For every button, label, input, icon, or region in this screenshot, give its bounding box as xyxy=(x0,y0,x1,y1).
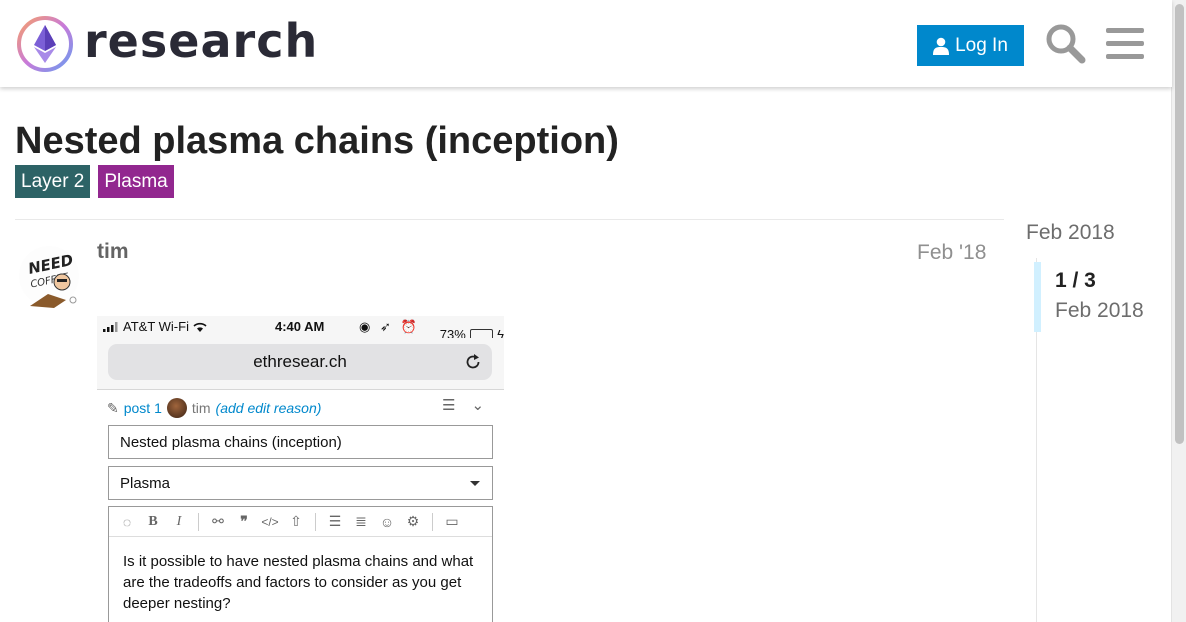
category-value: Plasma xyxy=(120,474,171,492)
page-scrollbar[interactable] xyxy=(1171,0,1186,622)
user-icon xyxy=(933,37,950,55)
timeline-post-count: 1 / 3 xyxy=(1055,269,1096,292)
edit-header-controls: ☰ ⌄ xyxy=(442,396,484,414)
timeline-current-date: Feb 2018 xyxy=(1055,299,1144,322)
link-icon: ⚯ xyxy=(212,513,224,529)
phone-statusbar: AT&T Wi-Fi 4:40 AM ◉ ➶ ⏰ ∩ 73% ϟ xyxy=(97,316,504,350)
login-button[interactable]: Log In xyxy=(917,25,1024,66)
site-brand[interactable]: research xyxy=(84,14,318,68)
mini-avatar xyxy=(166,398,187,418)
reload-icon xyxy=(466,354,480,369)
timeline-start-date[interactable]: Feb 2018 xyxy=(1026,221,1115,245)
ethereum-logo-icon[interactable] xyxy=(16,15,74,73)
divider xyxy=(15,219,1004,220)
timeline-handle[interactable] xyxy=(1034,262,1041,332)
bold-icon: B xyxy=(148,513,158,529)
topic-title[interactable]: Nested plasma chains (inception) xyxy=(15,120,619,163)
emoji-icon: ☺ xyxy=(379,513,395,530)
caret-down-icon xyxy=(470,481,480,486)
wifi-icon xyxy=(193,322,207,332)
composer-toolbar: ◌ B I ⚯ ❞ </> ⇧ ☰ ≣ ☺ ⚙ ▭ xyxy=(109,507,492,537)
edit-header: ✎ post 1 tim (add edit reason) ☰ ⌄ xyxy=(107,396,497,420)
post-image[interactable]: AT&T Wi-Fi 4:40 AM ◉ ➶ ⏰ ∩ 73% ϟ ethrese… xyxy=(97,316,504,622)
bullet-list-icon: ☰ xyxy=(328,513,342,529)
blockquote-icon: ❞ xyxy=(240,513,248,529)
status-time: 4:40 AM xyxy=(275,319,325,334)
gear-icon: ⚙ xyxy=(406,513,420,529)
hamburger-menu-icon[interactable] xyxy=(1106,26,1144,60)
scrollbar-thumb[interactable] xyxy=(1175,4,1184,444)
italic-icon: I xyxy=(176,513,182,529)
edit-username: tim xyxy=(191,400,211,416)
quote-bubble-icon: ◌ xyxy=(122,513,132,530)
code-icon: </> xyxy=(261,514,279,529)
tag-layer-2[interactable]: Layer 2 xyxy=(15,165,91,198)
toolbar-separator xyxy=(198,512,199,531)
upload-icon: ⇧ xyxy=(290,513,302,529)
carrier-group: AT&T Wi-Fi xyxy=(103,319,207,334)
tag-plasma[interactable]: Plasma xyxy=(98,165,174,198)
search-icon[interactable] xyxy=(1044,22,1086,64)
toolbar-separator xyxy=(315,512,316,531)
login-label: Log In xyxy=(955,34,1008,56)
composer-editor: ◌ B I ⚯ ❞ </> ⇧ ☰ ≣ ☺ ⚙ ▭ Is it possible… xyxy=(108,506,493,622)
signal-icon xyxy=(103,321,118,332)
edit-post-label: post 1 xyxy=(123,400,162,416)
preview-icon: ▭ xyxy=(445,513,459,529)
toolbar-separator xyxy=(432,512,433,531)
pencil-icon: ✎ xyxy=(107,399,119,416)
carrier-text: AT&T Wi-Fi xyxy=(123,319,189,334)
composer-body-text: Is it possible to have nested plasma cha… xyxy=(123,553,474,612)
edit-reason: (add edit reason) xyxy=(215,400,322,416)
list-icon: ☰ xyxy=(442,397,456,414)
url-bar: ethresear.ch xyxy=(108,344,492,380)
page: research Log In Nested plasma chains (in… xyxy=(0,0,1186,622)
topic-tags: Layer 2 Plasma xyxy=(15,165,174,198)
title-field: Nested plasma chains (inception) xyxy=(108,425,493,459)
category-field: Plasma xyxy=(108,466,493,500)
numbered-list-icon: ≣ xyxy=(355,513,367,529)
url-text: ethresear.ch xyxy=(253,352,347,371)
site-header: research Log In xyxy=(0,0,1172,87)
post-username[interactable]: tim xyxy=(97,240,129,264)
chevron-down-icon: ⌄ xyxy=(471,397,485,414)
browser-toolbar: ethresear.ch xyxy=(97,338,504,390)
user-avatar[interactable]: NEED COFFEE xyxy=(18,240,80,312)
post-date[interactable]: Feb '18 xyxy=(917,241,986,265)
